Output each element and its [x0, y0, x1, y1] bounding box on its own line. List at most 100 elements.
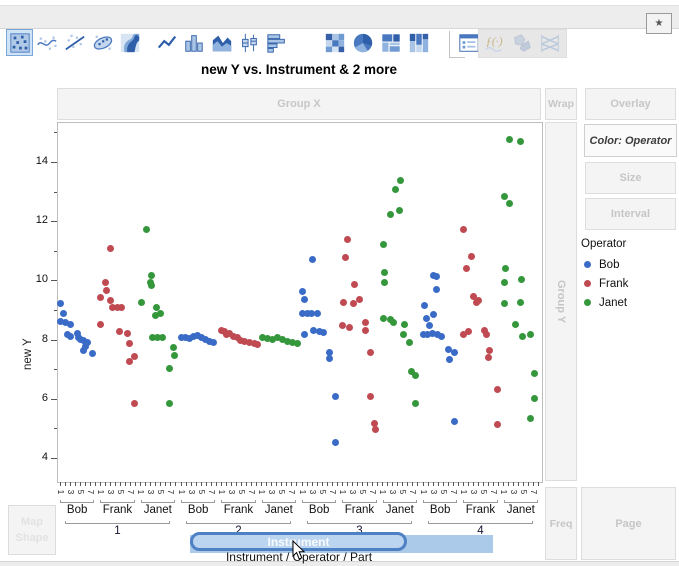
data-point-frank[interactable] [107, 245, 114, 252]
data-point-frank[interactable] [468, 253, 475, 260]
heatmap-icon[interactable] [321, 29, 348, 56]
data-point-frank[interactable] [362, 319, 369, 326]
data-point-frank[interactable] [344, 236, 351, 243]
data-point-janet[interactable] [517, 138, 524, 145]
data-point-frank[interactable] [367, 393, 374, 400]
data-point-bob[interactable] [332, 393, 339, 400]
data-point-frank[interactable] [494, 386, 501, 393]
data-point-janet[interactable] [517, 299, 524, 306]
data-point-janet[interactable] [166, 365, 173, 372]
data-point-janet[interactable] [527, 415, 534, 422]
drop-zone-wrap[interactable]: Wrap [545, 88, 577, 120]
data-point-bob[interactable] [309, 256, 316, 263]
data-point-janet[interactable] [412, 372, 419, 379]
data-point-frank[interactable] [124, 330, 131, 337]
data-point-janet[interactable] [381, 269, 388, 276]
data-point-frank[interactable] [118, 304, 125, 311]
data-point-bob[interactable] [57, 300, 64, 307]
points-icon[interactable] [6, 29, 33, 56]
data-point-frank[interactable] [102, 279, 109, 286]
data-point-bob[interactable] [320, 329, 327, 336]
data-point-bob[interactable] [210, 339, 217, 346]
data-point-bob[interactable] [326, 355, 333, 362]
data-point-frank[interactable] [346, 324, 353, 331]
data-point-frank[interactable] [494, 421, 501, 428]
data-point-bob[interactable] [67, 333, 74, 340]
legend-item-janet[interactable]: Janet [581, 293, 676, 312]
data-point-janet[interactable] [531, 395, 538, 402]
data-point-bob[interactable] [80, 347, 87, 354]
data-point-janet[interactable] [390, 319, 397, 326]
data-point-bob[interactable] [446, 356, 453, 363]
data-point-janet[interactable] [166, 400, 173, 407]
line-icon[interactable] [153, 29, 180, 56]
data-point-bob[interactable] [451, 418, 458, 425]
data-point-bob[interactable] [314, 310, 321, 317]
data-point-bob[interactable] [433, 286, 440, 293]
drop-zone-overlay[interactable]: Overlay [585, 88, 676, 120]
data-point-frank[interactable] [483, 331, 490, 338]
data-point-frank[interactable] [97, 321, 104, 328]
area-icon[interactable] [208, 29, 235, 56]
data-point-janet[interactable] [381, 279, 388, 286]
legend-item-frank[interactable]: Frank [581, 274, 676, 293]
data-point-bob[interactable] [421, 302, 428, 309]
data-point-frank[interactable] [107, 297, 114, 304]
data-point-frank[interactable] [367, 349, 374, 356]
data-point-bob[interactable] [299, 288, 306, 295]
data-point-janet[interactable] [506, 136, 513, 143]
data-point-bob[interactable] [451, 349, 458, 356]
drop-zone-group-y[interactable]: Group Y [545, 122, 577, 481]
bar-icon[interactable] [180, 29, 207, 56]
data-point-frank[interactable] [126, 358, 133, 365]
data-point-bob[interactable] [433, 273, 440, 280]
data-point-frank[interactable] [463, 265, 470, 272]
data-point-janet[interactable] [406, 339, 413, 346]
smoother-icon[interactable] [33, 29, 60, 56]
drop-zone-interval[interactable]: Interval [585, 198, 676, 230]
data-point-janet[interactable] [501, 300, 508, 307]
data-point-frank[interactable] [339, 322, 346, 329]
data-point-frank[interactable] [340, 299, 347, 306]
data-point-janet[interactable] [502, 265, 509, 272]
data-point-janet[interactable] [148, 282, 155, 289]
data-point-janet[interactable] [387, 211, 394, 218]
data-point-bob[interactable] [332, 439, 339, 446]
data-point-frank[interactable] [97, 294, 104, 301]
data-point-janet[interactable] [380, 241, 387, 248]
data-point-frank[interactable] [254, 341, 261, 348]
data-point-janet[interactable] [512, 321, 519, 328]
data-point-janet[interactable] [531, 370, 538, 377]
data-point-frank[interactable] [351, 281, 358, 288]
box-plot-icon[interactable] [235, 29, 262, 56]
data-point-frank[interactable] [126, 340, 133, 347]
pie-icon[interactable] [349, 29, 376, 56]
data-point-frank[interactable] [460, 226, 467, 233]
data-point-janet[interactable] [143, 226, 150, 233]
data-point-frank[interactable] [116, 328, 123, 335]
data-point-janet[interactable] [294, 340, 301, 347]
data-point-bob[interactable] [301, 296, 308, 303]
histogram-icon[interactable] [263, 29, 290, 56]
data-point-janet[interactable] [148, 272, 155, 279]
data-point-bob[interactable] [426, 322, 433, 329]
treemap-icon[interactable] [377, 29, 404, 56]
data-point-janet[interactable] [400, 331, 407, 338]
data-point-janet[interactable] [401, 321, 408, 328]
data-point-bob[interactable] [430, 311, 437, 318]
data-point-janet[interactable] [527, 331, 534, 338]
mosaic-icon[interactable] [405, 29, 432, 56]
data-point-janet[interactable] [170, 344, 177, 351]
data-point-janet[interactable] [159, 334, 166, 341]
data-point-janet[interactable] [397, 177, 404, 184]
drop-zone-color[interactable]: Color: Operator [584, 124, 677, 157]
scatter-plot-area[interactable] [57, 122, 543, 483]
data-point-janet[interactable] [171, 352, 178, 359]
data-point-frank[interactable] [362, 327, 369, 334]
contour-icon[interactable] [116, 29, 143, 56]
data-point-frank[interactable] [356, 296, 363, 303]
data-point-bob[interactable] [438, 333, 445, 340]
drop-zone-size[interactable]: Size [585, 162, 676, 194]
data-point-janet[interactable] [392, 186, 399, 193]
data-point-frank[interactable] [342, 254, 349, 261]
